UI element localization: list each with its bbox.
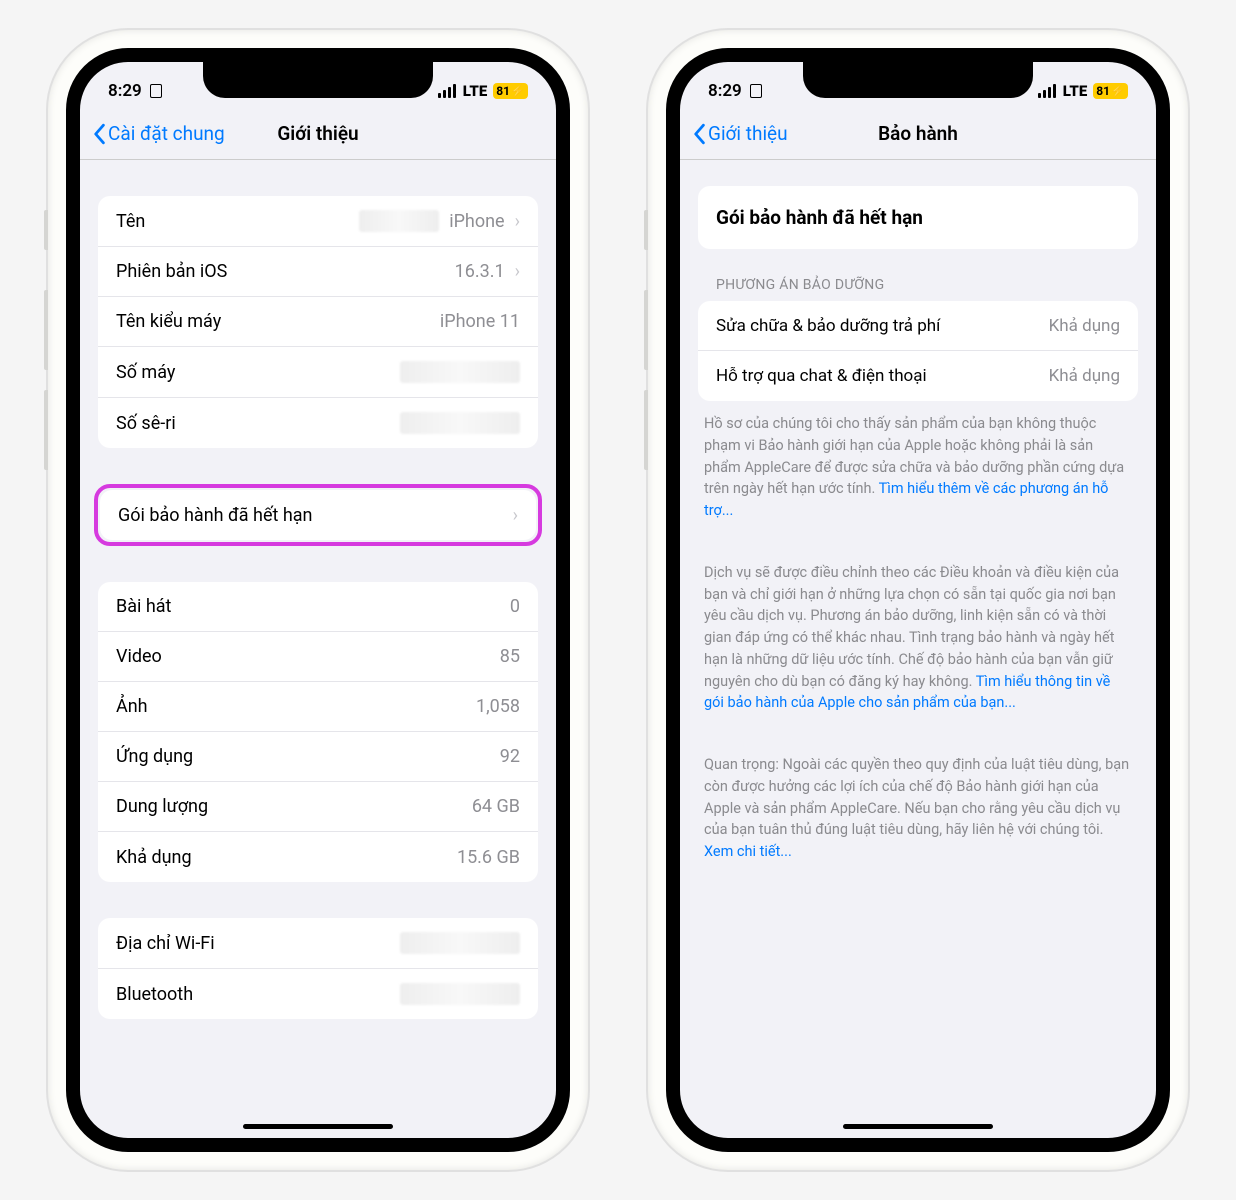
chevron-left-icon bbox=[692, 123, 706, 145]
warranty-status-card: Gói bảo hành đã hết hạn bbox=[698, 186, 1138, 249]
chevron-right-icon: › bbox=[513, 505, 518, 526]
nav-title: Bảo hành bbox=[878, 122, 958, 145]
group-service-options: Sửa chữa & bảo dưỡng trả phí Khả dụng Hỗ… bbox=[698, 301, 1138, 401]
group-warranty: Gói bảo hành đã hết hạn › bbox=[100, 490, 536, 540]
row-videos: Video 85 bbox=[98, 632, 538, 682]
footer-para-3: Quan trọng: Ngoài các quyền theo quy địn… bbox=[680, 714, 1156, 863]
home-indicator[interactable] bbox=[843, 1124, 993, 1129]
row-wifi-address: Địa chỉ Wi-Fi bbox=[98, 918, 538, 969]
nav-bar: Cài đặt chung Giới thiệu bbox=[80, 112, 556, 160]
blurred-value bbox=[400, 412, 520, 434]
details-link[interactable]: Xem chi tiết... bbox=[704, 843, 792, 860]
chevron-right-icon: › bbox=[515, 261, 520, 282]
row-chat-support[interactable]: Hỗ trợ qua chat & điện thoại Khả dụng bbox=[698, 351, 1138, 401]
status-time: 8:29 bbox=[708, 81, 742, 101]
blurred-value bbox=[359, 210, 439, 232]
notch bbox=[203, 62, 433, 98]
network-label: LTE bbox=[1063, 82, 1088, 100]
status-time: 8:29 bbox=[108, 81, 142, 101]
home-indicator[interactable] bbox=[243, 1124, 393, 1129]
battery-icon: 81⚡ bbox=[493, 83, 528, 99]
blurred-value bbox=[400, 983, 520, 1005]
footer-para-2: Dịch vụ sẽ được điều chỉnh theo các Điều… bbox=[680, 522, 1156, 714]
section-header: PHƯƠNG ÁN BẢO DƯỠNG bbox=[680, 249, 1156, 301]
chevron-left-icon bbox=[92, 123, 106, 145]
chevron-right-icon: › bbox=[515, 211, 520, 232]
nav-title: Giới thiệu bbox=[277, 122, 358, 145]
row-apps: Ứng dụng 92 bbox=[98, 732, 538, 782]
back-label: Cài đặt chung bbox=[108, 122, 225, 145]
signal-icon bbox=[1038, 84, 1056, 98]
highlight-annotation: Gói bảo hành đã hết hạn › bbox=[94, 484, 542, 546]
back-label: Giới thiệu bbox=[708, 122, 788, 145]
phone-right: 8:29 LTE 81⚡ Giới thiệu Bảo hành Gói bảo… bbox=[648, 30, 1188, 1170]
row-name[interactable]: Tên iPhone› bbox=[98, 196, 538, 247]
row-songs: Bài hát 0 bbox=[98, 582, 538, 632]
row-paid-repair[interactable]: Sửa chữa & bảo dưỡng trả phí Khả dụng bbox=[698, 301, 1138, 351]
back-button[interactable]: Cài đặt chung bbox=[92, 122, 225, 145]
row-bluetooth: Bluetooth bbox=[98, 969, 538, 1019]
row-capacity: Dung lượng 64 GB bbox=[98, 782, 538, 832]
battery-icon: 81⚡ bbox=[1093, 83, 1128, 99]
content[interactable]: Tên iPhone› Phiên bản iOS 16.3.1› Tên ki… bbox=[80, 160, 556, 1132]
row-photos: Ảnh 1,058 bbox=[98, 682, 538, 732]
row-available: Khả dụng 15.6 GB bbox=[98, 832, 538, 882]
card-icon bbox=[150, 84, 162, 98]
footer-para-1: Hồ sơ của chúng tôi cho thấy sản phẩm củ… bbox=[680, 401, 1156, 522]
row-ios-version[interactable]: Phiên bản iOS 16.3.1› bbox=[98, 247, 538, 297]
signal-icon bbox=[438, 84, 456, 98]
row-model-name[interactable]: Tên kiểu máy iPhone 11 bbox=[98, 297, 538, 347]
screen: 8:29 LTE 81⚡ Cài đặt chung Giới thiệu Tê… bbox=[66, 48, 570, 1152]
card-icon bbox=[750, 84, 762, 98]
phone-left: 8:29 LTE 81⚡ Cài đặt chung Giới thiệu Tê… bbox=[48, 30, 588, 1170]
warranty-status-title: Gói bảo hành đã hết hạn bbox=[698, 186, 1138, 249]
network-label: LTE bbox=[463, 82, 488, 100]
blurred-value bbox=[400, 361, 520, 383]
group-device-info: Tên iPhone› Phiên bản iOS 16.3.1› Tên ki… bbox=[98, 196, 538, 448]
screen: 8:29 LTE 81⚡ Giới thiệu Bảo hành Gói bảo… bbox=[666, 48, 1170, 1152]
group-storage: Bài hát 0 Video 85 Ảnh 1,058 Ứng dụng 92… bbox=[98, 582, 538, 882]
back-button[interactable]: Giới thiệu bbox=[692, 122, 788, 145]
notch bbox=[803, 62, 1033, 98]
nav-bar: Giới thiệu Bảo hành bbox=[680, 112, 1156, 160]
row-warranty[interactable]: Gói bảo hành đã hết hạn › bbox=[100, 490, 536, 540]
blurred-value bbox=[400, 932, 520, 954]
row-model-number[interactable]: Số máy bbox=[98, 347, 538, 398]
content[interactable]: Gói bảo hành đã hết hạn PHƯƠNG ÁN BẢO DƯ… bbox=[680, 160, 1156, 1132]
group-network: Địa chỉ Wi-Fi Bluetooth bbox=[98, 918, 538, 1019]
row-serial[interactable]: Số sê-ri bbox=[98, 398, 538, 448]
